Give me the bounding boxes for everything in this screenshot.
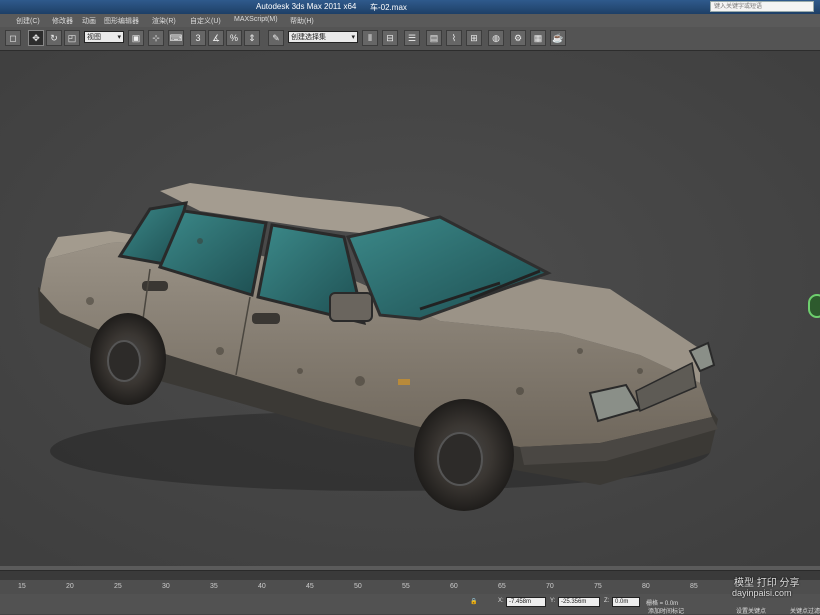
x-coordinate-field[interactable]: -7.458m <box>506 597 546 607</box>
tick-label: 70 <box>546 583 554 590</box>
tick-label: 80 <box>642 583 650 590</box>
tick-label: 30 <box>162 583 170 590</box>
tick-label: 15 <box>18 583 26 590</box>
tick-label: 50 <box>354 583 362 590</box>
scale-icon[interactable]: ◰ <box>64 30 80 46</box>
tick-label: 60 <box>450 583 458 590</box>
status-bar: 🔒 X: -7.458m Y: -25.356m Z: 0.0m 栅格 = 0.… <box>0 594 820 615</box>
timeline-panel: 15 20 25 30 35 40 45 50 55 60 65 70 75 8… <box>0 566 820 615</box>
keyboard-shortcut-icon[interactable]: ⌨ <box>168 30 184 46</box>
tick-label: 55 <box>402 583 410 590</box>
select-manipulate-icon[interactable]: ⊹ <box>148 30 164 46</box>
render-setup-icon[interactable]: ⚙ <box>510 30 526 46</box>
spinner-snap-icon[interactable]: ⇕ <box>244 30 260 46</box>
menu-help[interactable]: 帮助(H) <box>290 16 314 26</box>
track-bar[interactable]: 15 20 25 30 35 40 45 50 55 60 65 70 75 8… <box>0 580 820 594</box>
menu-animation[interactable]: 动画 <box>82 16 96 26</box>
menu-graph-editors[interactable]: 图形编辑器 <box>104 16 139 26</box>
car-model <box>0 51 820 566</box>
mirror-icon[interactable]: ⫴ <box>362 30 378 46</box>
x-label: X: <box>498 598 504 604</box>
menu-create[interactable]: 创建(C) <box>16 16 40 26</box>
perspective-viewport[interactable] <box>0 51 820 566</box>
material-editor-icon[interactable]: ◍ <box>488 30 504 46</box>
tick-label: 75 <box>594 583 602 590</box>
menu-customize[interactable]: 自定义(U) <box>190 16 221 26</box>
named-selection-dropdown[interactable]: 创建选择集 <box>288 31 358 43</box>
app-title: Autodesk 3ds Max 2011 x64 <box>256 2 357 11</box>
tick-label: 25 <box>114 583 122 590</box>
angle-snap-icon[interactable]: ∡ <box>208 30 224 46</box>
reference-coordinate-dropdown[interactable]: 视图 <box>84 31 124 43</box>
tick-label: 40 <box>258 583 266 590</box>
y-label: Y: <box>550 598 556 604</box>
tick-label: 85 <box>690 583 698 590</box>
percent-snap-icon[interactable]: % <box>226 30 242 46</box>
tick-label: 35 <box>210 583 218 590</box>
menu-rendering[interactable]: 渲染(R) <box>152 16 176 26</box>
snap-3d-icon[interactable]: 3 <box>190 30 206 46</box>
curve-editor-icon[interactable]: ⌇ <box>446 30 462 46</box>
file-name: 车-02.max <box>370 3 407 12</box>
pivot-icon[interactable]: ▣ <box>128 30 144 46</box>
schematic-view-icon[interactable]: ⊞ <box>466 30 482 46</box>
y-coordinate-field[interactable]: -25.356m <box>558 597 600 607</box>
rotate-icon[interactable]: ↻ <box>46 30 62 46</box>
title-bar: Autodesk 3ds Max 2011 x64 车-02.max 键入关键字… <box>0 0 820 14</box>
rendered-frame-icon[interactable]: ▦ <box>530 30 546 46</box>
tick-label: 45 <box>306 583 314 590</box>
menu-modifiers[interactable]: 修改器 <box>52 16 73 26</box>
menu-maxscript[interactable]: MAXScript(M) <box>234 16 278 23</box>
tick-label: 20 <box>66 583 74 590</box>
z-coordinate-field[interactable]: 0.0m <box>612 597 640 607</box>
render-teapot-icon[interactable]: ☕ <box>550 30 566 46</box>
menu-bar: 创建(C) 修改器 动画 图形编辑器 渲染(R) 自定义(U) MAXScrip… <box>0 14 820 28</box>
layer-manager-icon[interactable]: ☰ <box>404 30 420 46</box>
lock-icon[interactable]: 🔒 <box>470 598 477 605</box>
tick-label: 65 <box>498 583 506 590</box>
watermark-url: dayinpaisi.com <box>732 588 792 598</box>
move-icon[interactable]: ✥ <box>28 30 44 46</box>
z-label: Z: <box>604 598 610 604</box>
graphite-tools-icon[interactable]: ▤ <box>426 30 442 46</box>
edit-named-selection-icon[interactable]: ✎ <box>268 30 284 46</box>
viewcube-compass-icon[interactable] <box>808 294 820 318</box>
search-input[interactable]: 键入关键字或短语 <box>710 1 814 12</box>
main-toolbar: ◻ ✥ ↻ ◰ 视图 ▣ ⊹ ⌨ 3 ∡ % ⇕ ✎ 创建选择集 ⫴ ⊟ ☰ ▤… <box>0 27 820 51</box>
align-icon[interactable]: ⊟ <box>382 30 398 46</box>
watermark-text: 模型 打印 分享 <box>734 578 800 589</box>
select-region-icon[interactable]: ◻ <box>5 30 21 46</box>
